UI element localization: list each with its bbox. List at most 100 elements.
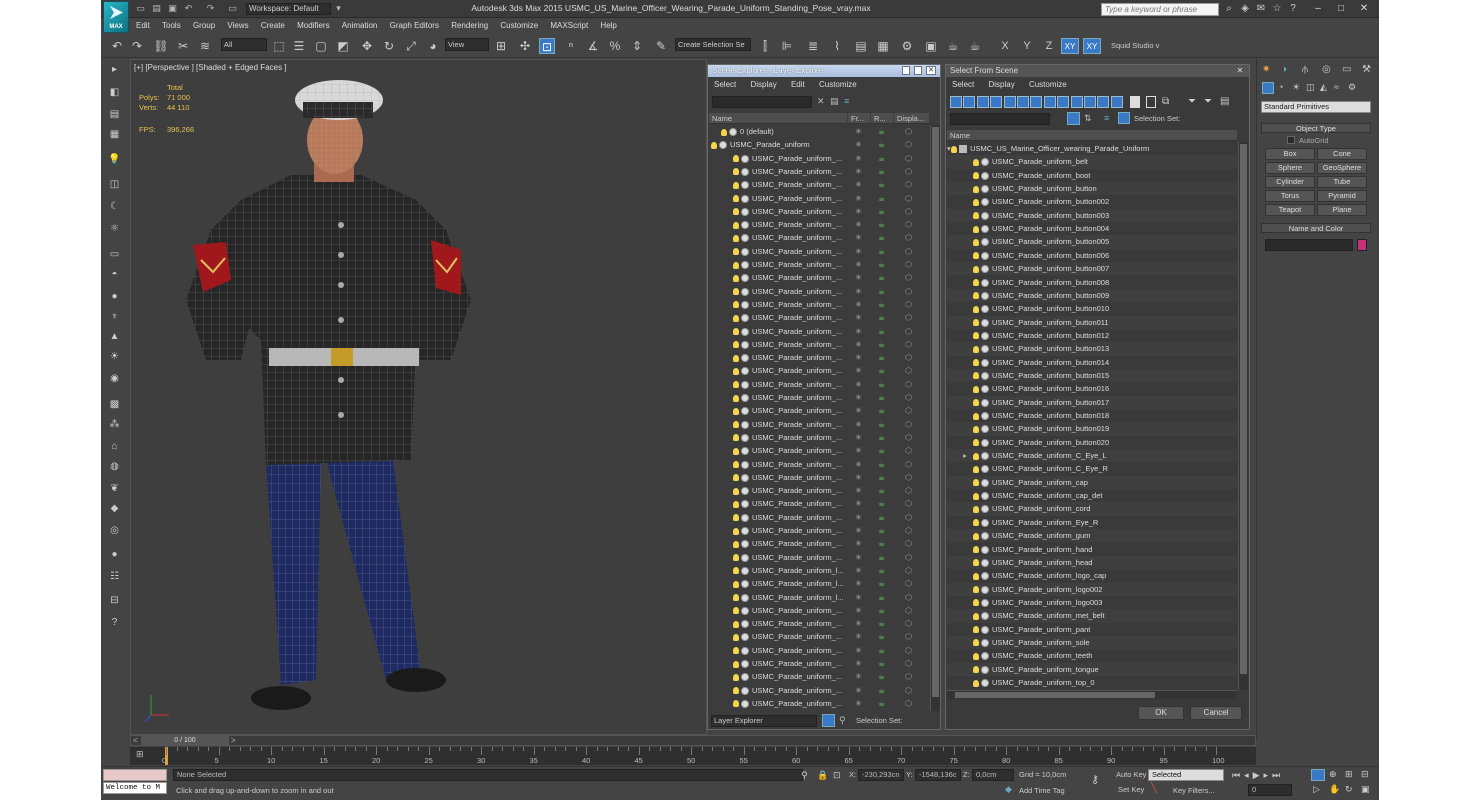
display-box-icon[interactable]: ⬡ [905,205,912,218]
time-slider-thumb[interactable]: 0 / 100 [141,736,229,745]
x-coordinate-input[interactable]: -230,293cn [858,769,904,781]
light-bulb-icon[interactable] [973,252,979,260]
sun-icon[interactable]: ☀ [107,350,122,364]
subscription-icon[interactable]: ◈ [1238,3,1252,15]
select-by-name-icon[interactable]: ☰ [291,38,307,54]
freeze-icon[interactable]: ✳ [855,431,862,444]
light-bulb-icon[interactable] [973,679,979,687]
pivot-center-icon[interactable]: ⊞ [493,38,509,54]
nodes-icon[interactable]: ⁂ [107,418,122,432]
menu-group[interactable]: Group [188,19,220,32]
light-bulb-icon[interactable] [733,700,739,708]
object-row[interactable]: USMC_Parade_uniform_... ✳ ☕ ⬡ [709,165,930,178]
freeze-icon[interactable]: ✳ [855,644,862,657]
link-icon[interactable]: ⛓ [153,38,169,54]
bind-space-warp-icon[interactable]: ≋ [197,38,213,54]
display-box-icon[interactable]: ⬡ [905,591,912,604]
freeze-icon[interactable]: ✳ [855,245,862,258]
scene-object-row[interactable]: USMC_Parade_uniform_C_Eye_R [947,462,1237,476]
display-box-icon[interactable]: ⬡ [905,178,912,191]
light-bulb-icon[interactable] [973,279,979,287]
display-box-icon[interactable]: ⬡ [905,644,912,657]
redo-icon[interactable]: ↷ [205,3,216,14]
render-teapot-icon[interactable]: ☕ [878,591,885,604]
explorer-type-dropdown[interactable]: Layer Explorer [711,715,817,727]
scene-object-row[interactable]: USMC_Parade_uniform_button017 [947,395,1237,409]
type-filter-icon[interactable] [1003,96,1016,108]
object-row[interactable]: USMC_Parade_uniform_... ✳ ☕ ⬡ [709,617,930,630]
manipulate-icon[interactable]: ✣ [517,38,533,54]
type-filter-icon[interactable] [1070,96,1083,108]
orbit-icon[interactable]: ↻ [1345,784,1353,795]
utilities-tab-icon[interactable]: ⚒ [1362,64,1371,75]
constrain-z-button[interactable]: Z [1041,38,1057,54]
render-teapot-icon[interactable]: ☕ [878,192,885,205]
scene-object-row[interactable]: USMC_Parade_uniform_button006 [947,248,1237,263]
selection-filter-dropdown[interactable]: All [221,38,267,51]
edit-named-selection-icon[interactable]: ✎ [653,38,669,54]
rectangular-selection-icon[interactable]: ▢ [313,38,329,54]
zoom-extents-icon[interactable]: ⊞ [1345,769,1353,780]
render-teapot-icon[interactable]: ☕ [878,351,885,364]
mini-curve-editor-icon[interactable]: ⊞ [136,749,144,760]
object-color-swatch[interactable] [1357,239,1367,251]
freeze-icon[interactable]: ✳ [855,524,862,537]
object-row[interactable]: USMC_Parade_uniform_... ✳ ☕ ⬡ [709,152,930,165]
freeze-icon[interactable]: ✳ [855,311,862,324]
menu-rendering[interactable]: Rendering [446,19,493,32]
absolute-mode-icon[interactable]: ⊡ [833,770,841,781]
cylinder-button[interactable]: Cylinder [1265,176,1315,188]
light-bulb-icon[interactable] [973,572,979,580]
display-box-icon[interactable]: ⬡ [905,630,912,643]
render-teapot-icon[interactable]: ☕ [878,378,885,391]
display-box-icon[interactable]: ⬡ [905,152,912,165]
layer-icon[interactable]: ≡ [844,96,849,106]
freeze-icon[interactable]: ✳ [855,630,862,643]
menu-animation[interactable]: Animation [337,19,383,32]
pyramid-button[interactable]: Pyramid [1317,190,1367,202]
render-production-icon[interactable]: ☕ [945,38,961,54]
display-box-icon[interactable]: ⬡ [905,351,912,364]
menu-help[interactable]: Help [595,19,621,32]
scene-object-row[interactable]: USMC_Parade_uniform_top_0 [947,676,1237,690]
light-bulb-icon[interactable] [733,620,739,628]
tube-button[interactable]: Tube [1317,176,1367,188]
object-row[interactable]: USMC_Parade_uniform_... ✳ ☕ ⬡ [709,391,930,404]
place-icon[interactable]: ◕ [425,38,441,54]
type-filter-icon[interactable] [1097,96,1110,108]
app-logo[interactable]: MAX [103,1,129,33]
light-bulb-icon[interactable] [973,532,979,540]
scene-object-row[interactable]: USMC_Parade_uniform_button005 [947,235,1237,249]
freeze-icon[interactable]: ✳ [855,271,862,284]
freeze-icon[interactable]: ✳ [855,591,862,604]
freeze-icon[interactable]: ✳ [855,511,862,524]
constrain-xy-button[interactable]: XY [1061,38,1079,54]
new-file-icon[interactable]: ▭ [135,3,146,14]
scene-explorer-search-input[interactable] [712,96,812,108]
display-box-icon[interactable]: ⬡ [905,511,912,524]
scene-explorer-scrollbar[interactable] [930,125,940,711]
create-tab-icon[interactable]: ✷ [1262,64,1270,75]
menu-modifiers[interactable]: Modifiers [292,19,334,32]
undo-icon[interactable]: ↶ [183,3,194,14]
light-bulb-icon[interactable] [973,345,979,353]
chevron-down-icon[interactable]: ▾ [333,3,344,14]
plane-icon[interactable]: ▭ [107,248,122,262]
light-bulb-icon[interactable] [733,567,739,575]
render-teapot-icon[interactable]: ☕ [878,218,885,231]
render-teapot-icon[interactable]: ☕ [878,551,885,564]
render-teapot-icon[interactable]: ☕ [878,444,885,457]
light-bulb-icon[interactable] [973,385,979,393]
named-selection-set-dropdown[interactable]: Create Selection Se [675,38,751,51]
workspace-dropdown[interactable]: Workspace: Default [246,3,331,15]
tool-icon[interactable]: ⊟ [107,594,122,608]
freeze-icon[interactable]: ✳ [855,471,862,484]
display-box-icon[interactable]: ⬡ [905,218,912,231]
display-box-icon[interactable]: ⬡ [905,325,912,338]
object-row[interactable]: USMC_Parade_uniform_... ✳ ☕ ⬡ [709,644,930,657]
object-row[interactable]: USMC_Parade_uniform_... ✳ ☕ ⬡ [709,697,930,710]
scale-icon[interactable]: ⤢ [403,38,419,54]
rendered-frame-window-icon[interactable]: ▣ [923,38,939,54]
object-row[interactable]: USMC_Parade_uniform_... ✳ ☕ ⬡ [709,537,930,550]
display-box-icon[interactable]: ⬡ [905,497,912,510]
